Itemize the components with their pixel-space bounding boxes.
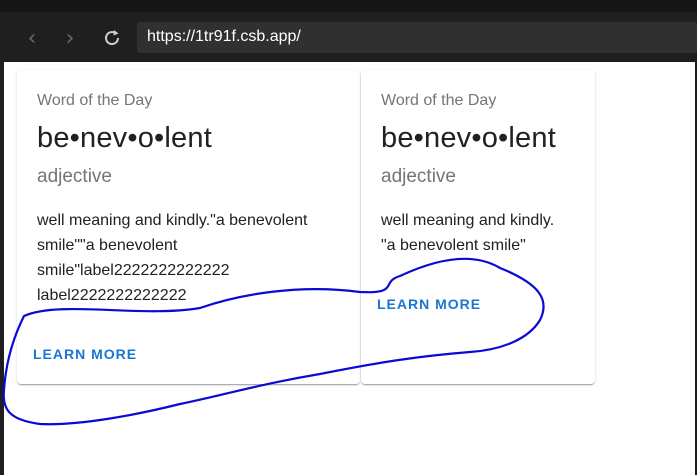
card-overline: Word of the Day	[381, 92, 497, 109]
chevron-left-icon[interactable]: ‹	[20, 24, 44, 52]
definition-line: label2222222222222	[37, 287, 187, 304]
browser-tab-strip	[0, 0, 697, 12]
card-word: be•nev•o•lent	[381, 122, 556, 154]
definition-line: "a benevolent smile"	[381, 237, 526, 254]
page-content: Word of the Day be•nev•o•lent adjective …	[4, 62, 695, 475]
browser-toolbar: ‹ › https://1tr91f.csb.app/	[0, 0, 697, 62]
card-definition: well meaning and kindly. "a benevolent s…	[381, 208, 586, 258]
learn-more-button[interactable]: LEARN MORE	[373, 292, 485, 316]
word-card: Word of the Day be•nev•o•lent adjective …	[17, 70, 360, 384]
learn-more-button[interactable]: LEARN MORE	[29, 342, 141, 366]
card-word: be•nev•o•lent	[37, 122, 212, 154]
definition-line: well meaning and kindly.	[381, 212, 555, 229]
card-part-of-speech: adjective	[381, 166, 456, 187]
card-overline: Word of the Day	[37, 92, 153, 109]
definition-line: well meaning and kindly."a benevolent	[37, 212, 308, 229]
card-part-of-speech: adjective	[37, 166, 112, 187]
definition-line: smile"label2222222222222	[37, 262, 230, 279]
url-text: https://1tr91f.csb.app/	[147, 28, 301, 45]
card-definition: well meaning and kindly."a benevolent sm…	[37, 208, 347, 308]
reload-icon[interactable]	[100, 24, 124, 52]
word-card: Word of the Day be•nev•o•lent adjective …	[361, 70, 595, 384]
definition-line: smile""a benevolent	[37, 237, 178, 254]
chevron-right-icon[interactable]: ›	[58, 24, 82, 52]
address-bar[interactable]: https://1tr91f.csb.app/	[137, 22, 697, 53]
